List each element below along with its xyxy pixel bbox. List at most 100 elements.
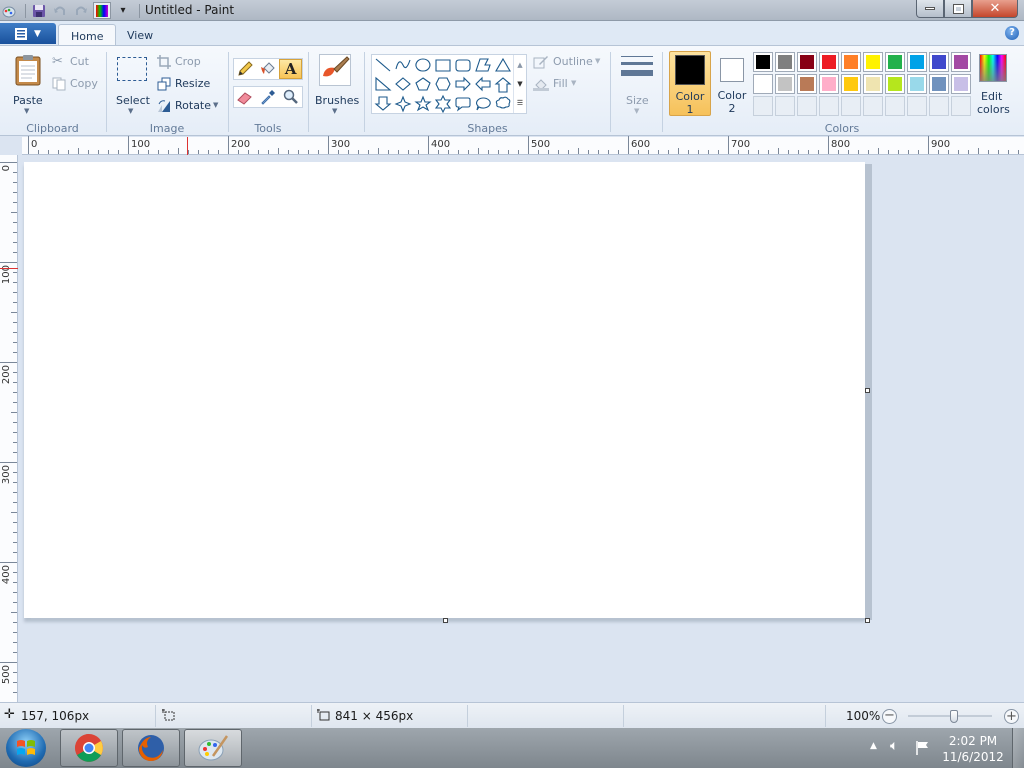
color-icon[interactable] [93,2,111,19]
palette-color-swatch[interactable] [863,52,883,72]
resize-handle-bottom[interactable] [443,618,448,623]
right-arrow-shape-icon[interactable] [455,76,471,92]
expand-gallery-icon[interactable]: ☰ [517,99,523,107]
palette-color-swatch[interactable] [753,52,773,72]
clock[interactable]: 2:02 PM 11/6/2012 [940,733,1006,765]
fill-button[interactable]: Fill ▼ [533,75,593,93]
custom-color-slot[interactable] [929,96,949,116]
show-desktop-button[interactable] [1012,728,1024,768]
minimize-button[interactable] [916,0,944,18]
color-picker-tool[interactable] [257,87,280,107]
edit-colors-button[interactable]: Edit colors [975,52,1013,116]
down-arrow-shape-icon[interactable] [374,96,392,111]
rectangle-shape-icon[interactable] [435,59,451,72]
scroll-up-icon[interactable]: ▲ [517,61,522,69]
palette-color-swatch[interactable] [775,74,795,94]
curve-shape-icon[interactable] [395,59,411,70]
right-triangle-shape-icon[interactable] [375,76,392,91]
diamond-shape-icon[interactable] [395,77,411,91]
pencil-tool[interactable] [234,59,257,79]
palette-color-swatch[interactable] [885,74,905,94]
palette-color-swatch[interactable] [907,52,927,72]
brushes-button[interactable]: Brushes ▼ [313,52,359,116]
hexagon-shape-icon[interactable] [435,77,451,91]
pentagon-shape-icon[interactable] [415,77,431,91]
oval-shape-icon[interactable] [415,58,431,72]
close-button[interactable]: ✕ [972,0,1018,18]
redo-icon[interactable] [72,2,90,19]
palette-color-swatch[interactable] [929,52,949,72]
undo-icon[interactable] [51,2,69,19]
paint-menu-button[interactable]: ▼ [0,23,56,44]
outline-button[interactable]: Outline ▼ [533,53,607,71]
restore-button[interactable] [944,0,972,18]
line-shape-icon[interactable] [375,58,391,72]
palette-color-swatch[interactable] [797,74,817,94]
custom-color-slot[interactable] [841,96,861,116]
six-point-star-shape-icon[interactable] [434,94,452,114]
custom-color-slot[interactable] [885,96,905,116]
custom-color-slot[interactable] [753,96,773,116]
five-point-star-shape-icon[interactable] [414,95,432,112]
rounded-rectangular-callout-shape-icon[interactable] [455,97,471,112]
triangle-shape-icon[interactable] [495,57,511,72]
palette-color-swatch[interactable] [929,74,949,94]
taskbar-paint[interactable] [184,729,242,767]
start-button[interactable] [6,729,46,767]
magnifier-tool[interactable] [279,87,302,107]
custom-color-slot[interactable] [775,96,795,116]
select-button[interactable]: Select ▼ [113,52,151,115]
eraser-tool[interactable] [234,87,257,107]
palette-color-swatch[interactable] [819,74,839,94]
zoom-in-button[interactable]: + [1004,709,1019,724]
save-icon[interactable] [30,2,48,19]
paint-app-icon[interactable] [0,2,18,19]
rounded-rectangle-shape-icon[interactable] [455,59,471,72]
custom-color-slot[interactable] [863,96,883,116]
taskbar-chrome[interactable] [60,729,118,767]
polygon-shape-icon[interactable] [475,58,491,72]
palette-color-swatch[interactable] [907,74,927,94]
four-point-star-shape-icon[interactable] [394,95,412,113]
drawing-canvas[interactable] [24,162,865,618]
paste-button[interactable]: Paste ▼ [8,52,48,115]
palette-color-swatch[interactable] [797,52,817,72]
customize-dropdown-icon[interactable]: ▾ [114,2,132,19]
zoom-slider-thumb[interactable] [950,710,958,723]
palette-color-swatch[interactable] [951,52,971,72]
size-button[interactable]: Size ▼ [617,52,657,116]
custom-color-slot[interactable] [951,96,971,116]
scroll-down-icon[interactable]: ▼ [517,80,522,88]
custom-color-slot[interactable] [819,96,839,116]
palette-color-swatch[interactable] [885,52,905,72]
rotate-button[interactable]: Rotate ▼ [157,97,221,115]
custom-color-slot[interactable] [797,96,817,116]
zoom-out-button[interactable]: − [882,709,897,724]
show-hidden-icons[interactable]: ▲ [870,741,877,751]
tab-view[interactable]: View [115,24,165,46]
taskbar-firefox[interactable] [122,729,180,767]
palette-color-swatch[interactable] [841,74,861,94]
color1-button[interactable]: Color 1 [669,51,711,116]
left-arrow-shape-icon[interactable] [475,76,491,92]
palette-color-swatch[interactable] [775,52,795,72]
custom-color-slot[interactable] [907,96,927,116]
color2-button[interactable]: Color 2 [713,51,751,116]
resize-handle-corner[interactable] [865,618,870,623]
crop-button[interactable]: Crop [157,53,217,71]
oval-callout-shape-icon[interactable] [476,97,491,111]
zoom-slider[interactable] [908,710,992,723]
help-icon[interactable]: ? [1005,26,1019,40]
palette-color-swatch[interactable] [951,74,971,94]
up-arrow-shape-icon[interactable] [494,77,512,93]
copy-button[interactable]: Copy [52,75,102,93]
resize-button[interactable]: Resize [157,75,217,93]
cut-button[interactable]: ✂ Cut [52,53,102,71]
palette-color-swatch[interactable] [863,74,883,94]
palette-color-swatch[interactable] [841,52,861,72]
volume-icon[interactable]: 🔈︎ [890,738,898,754]
action-center-flag-icon[interactable] [915,740,931,756]
palette-color-swatch[interactable] [819,52,839,72]
resize-handle-right[interactable] [865,388,870,393]
fill-tool[interactable] [257,59,280,79]
